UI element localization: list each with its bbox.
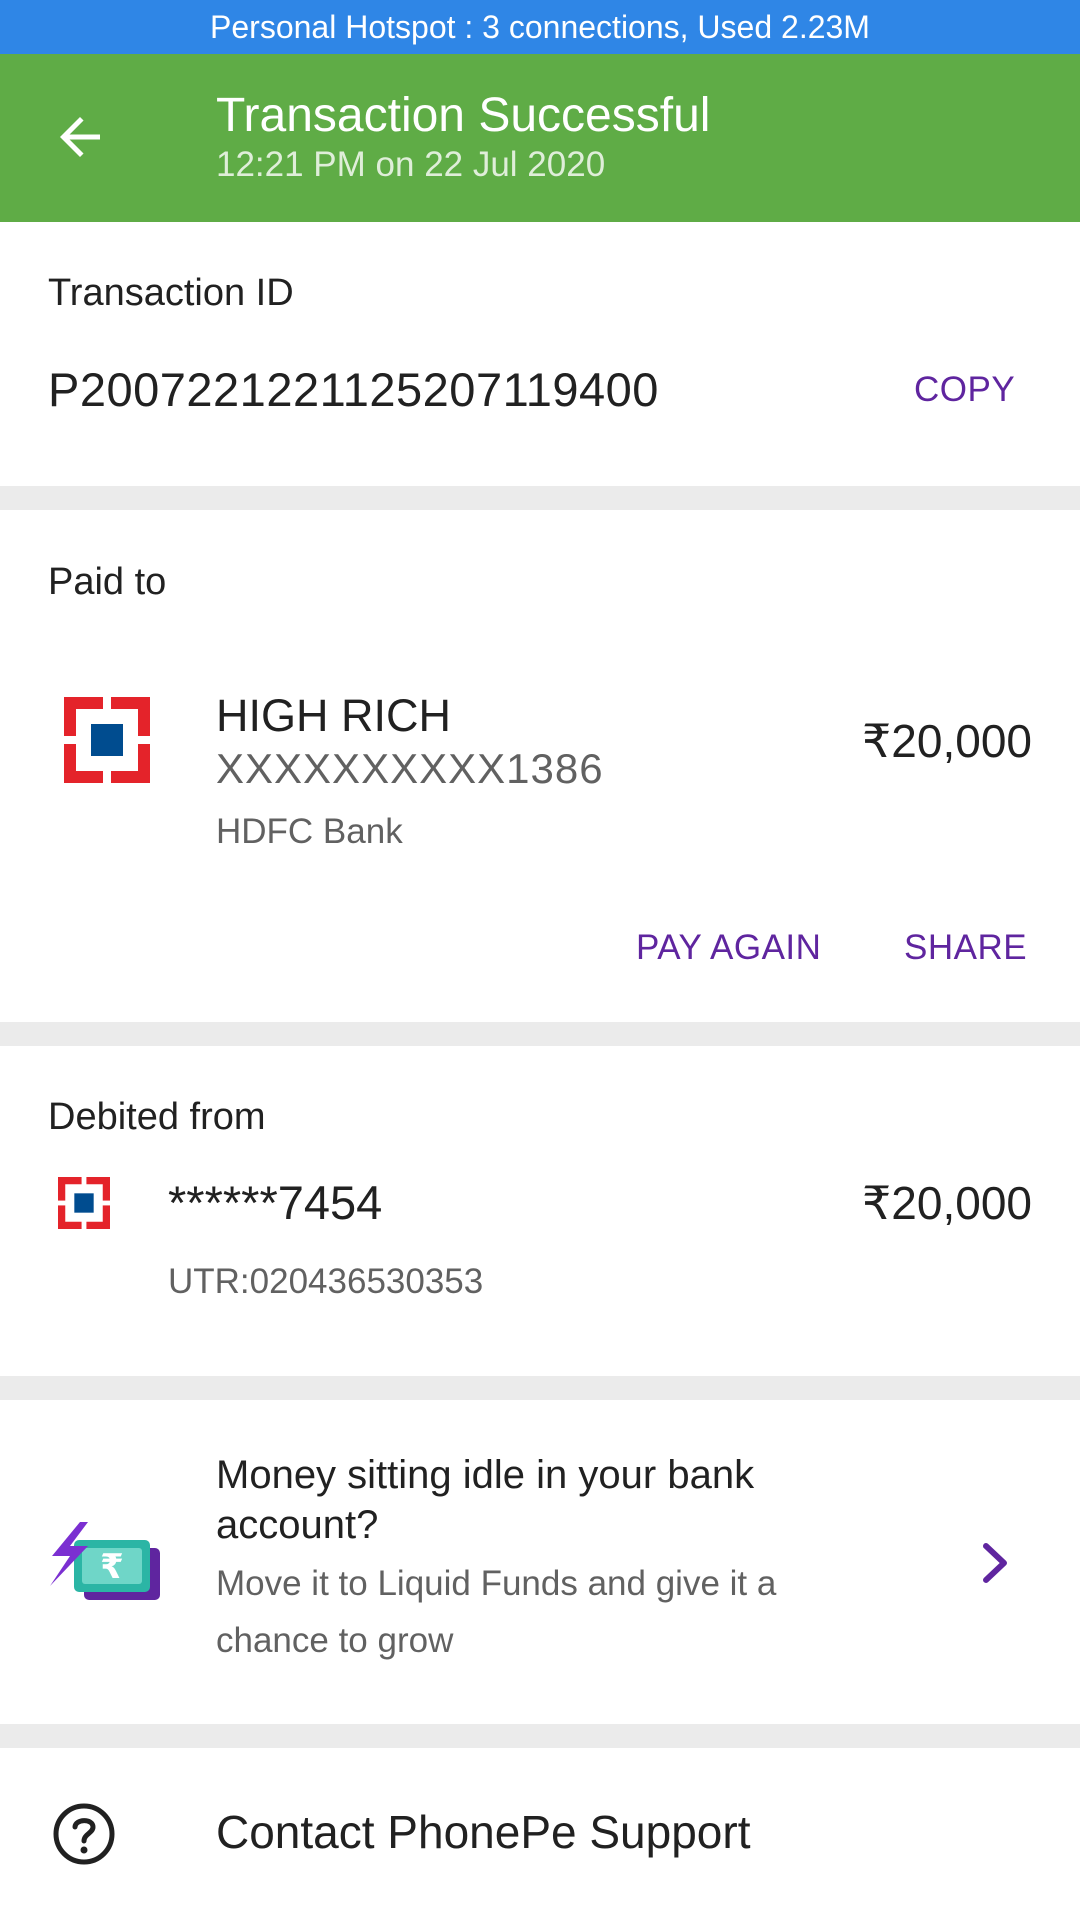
debited-from-label: Debited from xyxy=(48,1096,266,1138)
money-rupee-icon: ₹ xyxy=(50,1522,160,1600)
back-button[interactable] xyxy=(50,107,118,167)
paid-to-label: Paid to xyxy=(48,561,167,603)
section-divider xyxy=(0,1022,1080,1046)
share-button[interactable]: SHARE xyxy=(904,928,1027,968)
copy-button[interactable]: COPY xyxy=(914,370,1015,410)
payee-account-number: XXXXXXXXXX1386 xyxy=(216,745,604,792)
utr-number: UTR:020436530353 xyxy=(168,1262,484,1301)
transaction-id-section xyxy=(0,222,1080,486)
header: Transaction Successful 12:21 PM on 22 Ju… xyxy=(0,54,1080,222)
svg-text:₹: ₹ xyxy=(100,1547,124,1587)
payee-bank-name: HDFC Bank xyxy=(216,812,403,851)
contact-support-link[interactable]: Contact PhonePe Support xyxy=(216,1805,750,1859)
section-divider xyxy=(0,1724,1080,1748)
payee-name: HIGH RICH xyxy=(216,690,451,741)
chevron-right-icon[interactable] xyxy=(978,1540,1012,1586)
transaction-timestamp: 12:21 PM on 22 Jul 2020 xyxy=(216,145,606,184)
section-divider xyxy=(0,486,1080,510)
section-divider xyxy=(0,1376,1080,1400)
debited-amount: ₹20,000 xyxy=(862,1177,1032,1229)
transaction-id-value: P2007221221125207119400 xyxy=(48,363,659,416)
hdfc-bank-logo-icon xyxy=(58,1177,110,1229)
hdfc-bank-logo-icon xyxy=(64,697,150,783)
paid-amount: ₹20,000 xyxy=(862,715,1032,767)
page-title: Transaction Successful xyxy=(216,89,711,142)
promo-title: Money sitting idle in your bank account? xyxy=(216,1453,755,1547)
pay-again-button[interactable]: PAY AGAIN xyxy=(636,928,821,968)
transaction-id-label: Transaction ID xyxy=(48,272,294,314)
debit-account-number: ******7454 xyxy=(168,1176,383,1229)
help-circle-icon xyxy=(53,1803,115,1865)
status-bar: Personal Hotspot : 3 connections, Used 2… xyxy=(0,0,1080,54)
promo-subtitle: Move it to Liquid Funds and give it a ch… xyxy=(216,1564,777,1660)
arrow-left-icon xyxy=(60,117,100,157)
